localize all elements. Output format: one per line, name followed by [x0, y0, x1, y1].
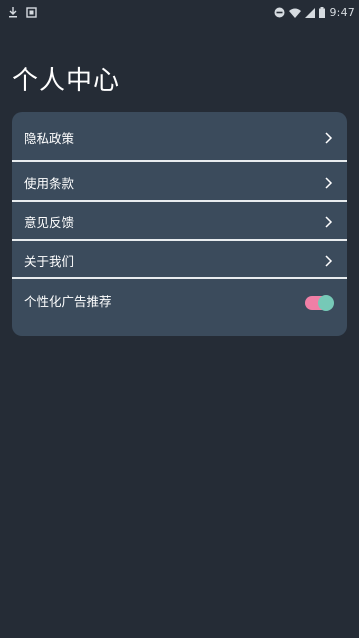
menu-item-feedback[interactable]: 意见反馈: [12, 202, 347, 240]
chevron-right-icon: [321, 175, 335, 189]
personalized-ads-toggle[interactable]: [305, 295, 334, 311]
chevron-right-icon: [321, 214, 335, 228]
menu-item-personalized-ads: 个性化广告推荐: [12, 281, 347, 319]
chevron-right-icon: [321, 253, 335, 267]
menu-item-label: 关于我们: [24, 253, 75, 269]
download-icon: [8, 3, 18, 22]
menu-item-terms-of-use[interactable]: 使用条款: [12, 163, 347, 201]
status-bar-left-icons: [8, 3, 37, 22]
menu-item-label: 隐私政策: [24, 130, 75, 146]
divider: [12, 160, 347, 162]
battery-icon: [319, 3, 326, 22]
menu-item-label: 个性化广告推荐: [24, 293, 112, 309]
divider: [12, 277, 347, 279]
menu-item-label: 使用条款: [24, 175, 75, 191]
signal-icon: [305, 3, 316, 22]
page-title: 个人中心: [12, 66, 121, 96]
toggle-knob: [318, 295, 334, 311]
settings-card: 隐私政策 使用条款 意见反馈 关于我们 个性化广告推荐: [12, 112, 347, 336]
status-bar: 9:47: [0, 0, 359, 20]
menu-item-label: 意见反馈: [24, 214, 75, 230]
chevron-right-icon: [321, 130, 335, 144]
menu-item-about-us[interactable]: 关于我们: [12, 241, 347, 279]
status-bar-right-icons: 9:47: [274, 3, 355, 22]
menu-item-privacy-policy[interactable]: 隐私政策: [12, 118, 347, 156]
do-not-disturb-icon: [274, 3, 285, 22]
status-bar-time: 9:47: [329, 6, 355, 19]
wifi-icon: [289, 3, 302, 22]
notification-box-icon: [26, 3, 37, 22]
